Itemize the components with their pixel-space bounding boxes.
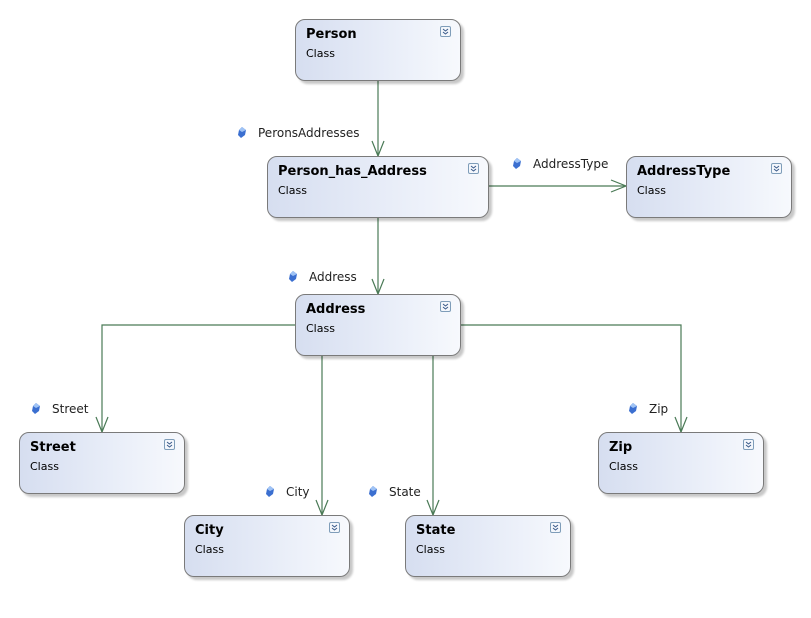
expand-chevron-icon[interactable]: [440, 26, 451, 37]
expand-chevron-icon[interactable]: [164, 439, 175, 450]
expand-chevron-icon[interactable]: [468, 163, 479, 174]
class-name: City: [195, 523, 224, 538]
property-icon: [289, 271, 297, 282]
class-stereotype: Class: [278, 184, 307, 197]
expand-chevron-icon[interactable]: [550, 522, 561, 533]
class-name: State: [416, 523, 456, 538]
class-person[interactable]: Person Class: [295, 19, 461, 81]
class-name: Address: [306, 302, 366, 317]
property-icon: [266, 486, 274, 497]
class-diagram-canvas: Person Class Person_has_Address Class Ad…: [0, 0, 811, 618]
class-stereotype: Class: [306, 47, 335, 60]
property-icon: [238, 127, 246, 138]
expand-chevron-icon[interactable]: [440, 301, 451, 312]
class-name: AddressType: [637, 164, 731, 179]
property-icon: [369, 486, 377, 497]
class-name: Zip: [609, 440, 633, 455]
class-person-has-address[interactable]: Person_has_Address Class: [267, 156, 489, 218]
expand-chevron-icon[interactable]: [771, 163, 782, 174]
association-label-text: State: [389, 485, 421, 499]
association-label-text: AddressType: [533, 157, 609, 171]
association-label-state[interactable]: State: [369, 485, 421, 499]
property-icon: [32, 403, 40, 414]
association-label-address[interactable]: Address: [289, 270, 357, 284]
class-address[interactable]: Address Class: [295, 294, 461, 356]
association-label-street[interactable]: Street: [32, 402, 88, 416]
class-stereotype: Class: [637, 184, 666, 197]
class-city[interactable]: City Class: [184, 515, 350, 577]
property-icon: [513, 158, 521, 169]
association-label-peronsaddresses[interactable]: PeronsAddresses: [238, 126, 359, 140]
class-stereotype: Class: [306, 322, 335, 335]
class-street[interactable]: Street Class: [19, 432, 185, 494]
class-addresstype[interactable]: AddressType Class: [626, 156, 792, 218]
association-label-zip[interactable]: Zip: [629, 402, 668, 416]
property-icon: [629, 403, 637, 414]
class-stereotype: Class: [195, 543, 224, 556]
class-zip[interactable]: Zip Class: [598, 432, 764, 494]
association-label-text: City: [286, 485, 310, 499]
association-label-text: Street: [52, 402, 89, 416]
class-stereotype: Class: [609, 460, 638, 473]
expand-chevron-icon[interactable]: [743, 439, 754, 450]
expand-chevron-icon[interactable]: [329, 522, 340, 533]
class-name: Person_has_Address: [278, 164, 427, 179]
class-state[interactable]: State Class: [405, 515, 571, 577]
class-name: Street: [30, 440, 76, 455]
class-name: Person: [306, 27, 357, 42]
association-label-text: Zip: [649, 402, 669, 416]
class-stereotype: Class: [416, 543, 445, 556]
association-label-city[interactable]: City: [266, 485, 310, 499]
association-label-text: PeronsAddresses: [258, 126, 360, 140]
class-stereotype: Class: [30, 460, 59, 473]
link-address-to-street[interactable]: [101, 324, 295, 432]
association-label-addresstype[interactable]: AddressType: [513, 157, 608, 171]
association-label-text: Address: [309, 270, 357, 284]
